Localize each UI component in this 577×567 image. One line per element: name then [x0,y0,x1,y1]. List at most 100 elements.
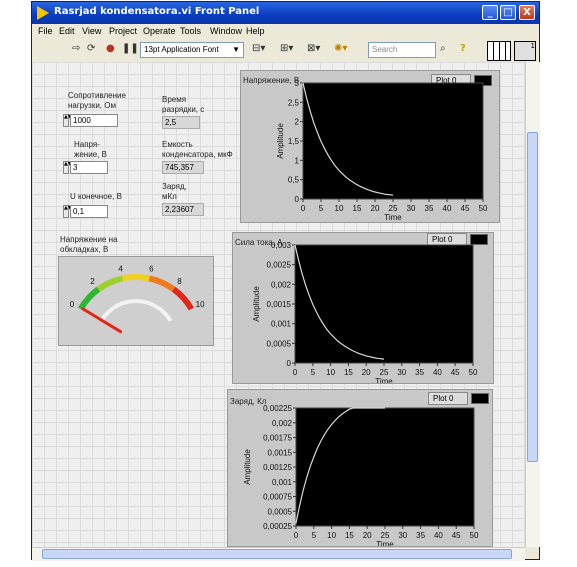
gauge-tick-label: 8 [177,277,182,286]
menu-help[interactable]: Help [246,26,265,36]
gauge-tick-label: 6 [149,265,154,274]
vertical-scroll-thumb[interactable] [527,132,538,462]
window-title: Rasrjad kondensatora.vi Front Panel [54,6,260,17]
gauge-band-green [77,286,101,311]
u-final-label: U конечное, В [70,192,122,201]
x-tick-label: 20 [371,204,380,213]
x-tick-label: 10 [335,204,344,213]
y-tick-label: 2,5 [288,98,300,107]
charge-value: 2,23607 [162,203,204,216]
front-panel: Сопротивление нагрузки, Ом ▲▼ 1000 Напря… [32,62,525,547]
u-final-spinner[interactable]: ▲▼ [63,205,72,218]
maximize-button[interactable]: □ [500,5,516,20]
x-tick-label: 40 [443,204,452,213]
menu-view[interactable]: View [82,26,101,36]
align-objects-icon[interactable]: ⊟▾ [252,43,265,54]
reorder-icon[interactable]: ✺▾ [334,43,347,54]
horizontal-scroll-thumb[interactable] [42,549,512,559]
plot-area [294,244,474,364]
labview-window: Rasrjad kondensatora.vi Front Panel _ □ … [31,1,540,561]
current-graph: Сила тока, А Plot 0 0 0,0005 0,001 0,0015 0,… [232,232,494,384]
y-tick-label: 0,00025 [263,522,292,531]
y-axis-label: Amplitude [276,123,285,159]
resize-objects-icon[interactable]: ⊠▾ [307,43,320,54]
search-icon[interactable]: ⌕ [440,43,446,54]
voltage-graph: Напряжение, В Plot 0 0 0,5 1 1,5 2 2,5 3 0 5 10 15… [240,70,500,223]
y-tick-label: 0 [287,359,292,368]
x-tick-label: 35 [415,368,424,377]
gauge-band-orange [148,275,176,292]
x-tick-label: 25 [389,204,398,213]
y-tick-label: 0,00125 [263,463,292,472]
capacitance-label: Емкость конденсатора, мкФ [162,140,233,159]
vertical-scrollbar[interactable] [525,62,540,547]
connector-pane-icon[interactable] [487,41,511,61]
y-tick-label: 0,002 [272,419,293,428]
x-tick-label: 15 [353,204,362,213]
y-tick-label: 0,00075 [263,493,292,502]
gauge-inner-arc [99,299,173,323]
run-continuous-icon[interactable]: ⟳ [87,43,95,54]
resistance-spinner[interactable]: ▲▼ [63,114,72,127]
x-tick-label: 25 [381,531,390,540]
resistance-input[interactable]: 1000 [70,114,118,127]
x-tick-label: 20 [363,531,372,540]
x-tick-label: 40 [433,368,442,377]
distribute-objects-icon[interactable]: ⊞▾ [280,43,293,54]
plot-area [302,82,484,200]
menu-tools[interactable]: Tools [180,26,201,36]
menu-project[interactable]: Project [109,26,137,36]
close-button[interactable]: X [519,5,535,20]
gauge-graphic: 0 2 4 6 8 10 [70,265,205,334]
font-select-value: 13pt Application Font [144,45,219,54]
x-tick-label: 45 [451,368,460,377]
y-tick-label: 0,0005 [267,339,292,348]
y-tick-label: 0,0025 [267,261,292,270]
pause-icon[interactable]: ❚❚ [122,43,139,54]
charge-label: Заряд, мКл [162,182,187,201]
voltage-input[interactable]: 3 [70,161,108,174]
discharge-time-label: Время разрядки, с [162,95,205,114]
x-tick-label: 0 [294,531,299,540]
voltage-chart: 00,511,522,530 5 10 15 20 25 30 35 40 45 50TimeAmp… [276,79,488,222]
y-tick-label: 0,0015 [267,300,292,309]
x-axis-label: Time [384,213,402,222]
minimize-button[interactable]: _ [482,5,498,20]
menu-operate[interactable]: Operate [143,26,176,36]
u-final-input[interactable]: 0,1 [70,205,108,218]
x-tick-label: 35 [416,531,425,540]
capacitance-value: 745,357 [162,161,204,174]
labview-app-icon [37,6,49,20]
x-tick-label: 15 [345,531,354,540]
plot-area [295,407,475,527]
y-tick-label: 0,002 [271,280,292,289]
help-icon[interactable]: ? [460,43,466,54]
menu-window[interactable]: Window [210,26,242,36]
y-tick-label: 0,5 [288,176,300,185]
voltage-label: Напря-жение, В [74,140,107,159]
voltage-spinner[interactable]: ▲▼ [63,161,72,174]
x-axis-label: Time [375,377,393,383]
resistance-label: Сопротивление нагрузки, Ом [68,91,126,110]
menu-file[interactable]: File [38,26,53,36]
gauge-band-lime [96,275,124,292]
x-tick-label: 15 [344,368,353,377]
horizontal-scrollbar[interactable] [32,547,525,561]
y-tick-label: 1 [295,156,300,165]
run-arrow-icon[interactable]: ⇨ [72,43,80,54]
x-tick-label: 20 [362,368,371,377]
gauge-needle [81,307,123,334]
menu-bar: File Edit View Project Operate Tools Win… [32,24,539,40]
search-input[interactable]: Search [368,42,436,58]
x-tick-label: 45 [461,204,470,213]
title-bar[interactable]: Rasrjad kondensatora.vi Front Panel _ □ … [32,2,539,24]
y-tick-label: 0,001 [272,478,293,487]
font-select[interactable]: 13pt Application Font ▼ [140,42,244,58]
vi-icon[interactable]: 1 [514,41,536,61]
x-axis-label: Time [376,540,394,546]
abort-icon[interactable]: ● [106,43,115,54]
charge-chart: 0,00025 0,0005 0,00075 0,001 0,00125 0,0015 0,… [243,404,479,546]
y-tick-label: 1,5 [288,137,300,146]
charge-graph: Заряд, Кл Plot 0 0,00025 0,0005 0,00075 0,0… [227,389,493,547]
menu-edit[interactable]: Edit [59,26,75,36]
